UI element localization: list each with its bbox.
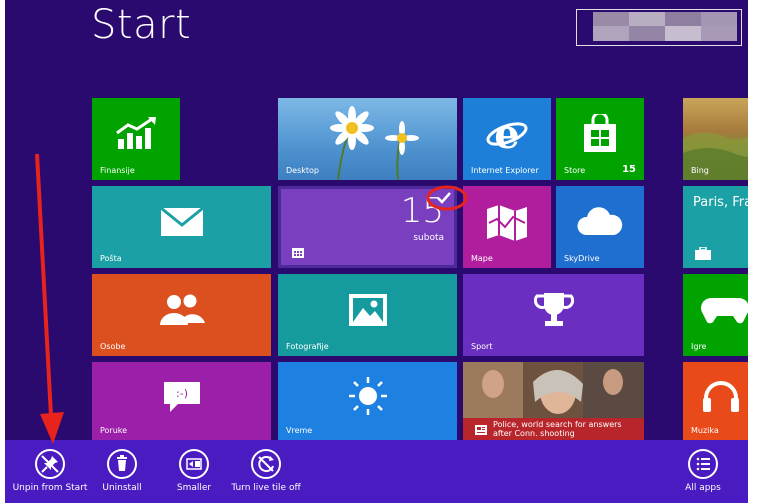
annotation-overlay <box>35 153 468 444</box>
annotation-circle <box>426 185 468 211</box>
annotation-arrow <box>35 153 53 417</box>
annotation-arrow-head <box>40 412 64 444</box>
